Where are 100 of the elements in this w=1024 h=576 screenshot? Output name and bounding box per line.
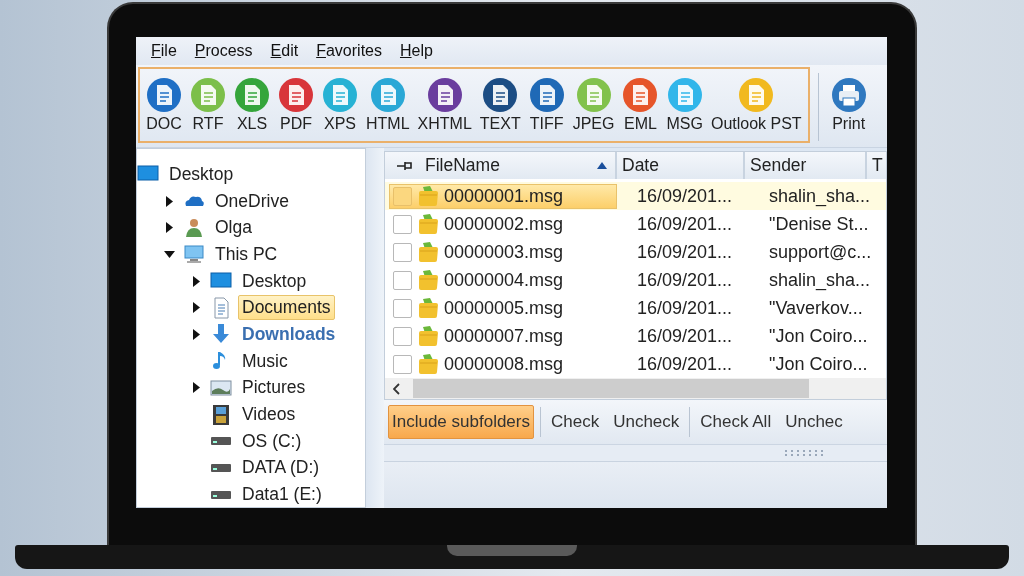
person-icon [183, 216, 205, 239]
format-button[interactable]: DOC [142, 77, 186, 133]
printer-icon [830, 77, 867, 113]
checkbox[interactable] [393, 298, 412, 318]
tree-item[interactable]: OneDrive [211, 188, 293, 214]
date-cell-text: 16/09/201... [637, 185, 734, 207]
tree-item[interactable]: Documents [238, 295, 335, 321]
expand-arrow-icon[interactable] [166, 195, 173, 207]
file-name: 00000005.msg [444, 297, 564, 319]
tree-item[interactable]: Videos [238, 402, 300, 428]
tree-item[interactable]: This PC [211, 241, 282, 267]
tree-item[interactable]: Downloads [238, 321, 340, 347]
tree-item[interactable]: OS (C:) [238, 428, 306, 454]
menu-item[interactable]: File [142, 42, 186, 60]
date-cell-text: 16/09/201... [637, 325, 734, 347]
collapse-arrow-icon[interactable] [164, 250, 175, 258]
file-row[interactable]: 00000008.msg 16/09/201... "Jon Coiro... [385, 350, 886, 378]
checkbox[interactable] [393, 214, 412, 234]
file-row[interactable]: 00000004.msg 16/09/201... shalin_sha... [385, 266, 886, 294]
column-header[interactable]: Sender [745, 152, 867, 179]
checkbox[interactable] [393, 242, 412, 262]
expand-arrow-icon[interactable] [193, 382, 200, 394]
mail-folder-icon [417, 241, 439, 263]
column-header[interactable]: Date [617, 152, 745, 179]
action-button[interactable]: Check [547, 405, 604, 439]
sender-cell: shalin_sha... [769, 269, 871, 291]
film-icon [210, 403, 232, 426]
format-button[interactable]: Outlook PST [706, 77, 806, 133]
computer-icon [183, 243, 205, 266]
file-name: 00000002.msg [444, 213, 564, 235]
scrollbar-thumb[interactable] [413, 379, 809, 398]
date-cell-text: 16/09/201... [637, 213, 734, 235]
tree-item[interactable]: DATA (D:) [238, 455, 324, 481]
file-row[interactable]: 00000002.msg 16/09/201... "Denise St... [385, 210, 886, 238]
format-button[interactable]: JPEG [568, 77, 619, 133]
menu-item[interactable]: Edit [261, 42, 308, 60]
file-row[interactable]: 00000005.msg 16/09/201... "Vaverkov... [385, 294, 886, 322]
format-button[interactable]: HTML [362, 77, 414, 133]
format-button[interactable]: TEXT [475, 77, 525, 133]
format-button[interactable]: PDF [274, 77, 318, 133]
checkbox[interactable] [393, 354, 412, 374]
column-header[interactable]: T [867, 152, 886, 179]
mail-folder-icon [417, 213, 439, 235]
file-row[interactable]: 00000007.msg 16/09/201... "Jon Coiro... [385, 322, 886, 350]
scroll-left-icon[interactable] [393, 382, 401, 395]
format-button[interactable]: EML [618, 77, 663, 133]
tree-item[interactable]: Music [238, 348, 292, 374]
format-button[interactable]: XPS [318, 77, 362, 133]
action-button[interactable]: Unchec [781, 405, 847, 439]
file-name: 00000003.msg [444, 241, 564, 263]
file-name: 00000001.msg [444, 185, 564, 207]
action-button[interactable]: Uncheck [609, 405, 684, 439]
horizontal-scrollbar[interactable] [385, 378, 886, 399]
drive-icon [210, 463, 232, 472]
mail-folder-icon [417, 297, 439, 319]
date-cell-text: 16/09/201... [637, 241, 734, 263]
menu-item[interactable]: Favorites [307, 42, 391, 60]
sender-cell: support@c... [769, 241, 872, 263]
include-subfolders-toggle[interactable]: Include subfolders [388, 405, 534, 439]
action-button[interactable]: Check All [696, 405, 776, 439]
file-row[interactable]: 00000001.msg 16/09/201... shalin_sha... [385, 182, 886, 210]
expand-arrow-icon[interactable] [166, 222, 173, 234]
tree-item[interactable]: Desktop [165, 161, 238, 187]
mail-folder-icon [417, 353, 439, 375]
print-button[interactable]: Print [826, 67, 871, 143]
menu-item[interactable]: Process [185, 42, 262, 60]
sender-cell: shalin_sha... [769, 185, 871, 207]
expand-arrow-icon[interactable] [193, 328, 200, 340]
checkbox[interactable] [393, 186, 412, 206]
mail-folder-icon [417, 269, 439, 291]
file-row[interactable]: 00000003.msg 16/09/201... support@c... [385, 238, 886, 266]
date-cell-text: 16/09/201... [637, 269, 734, 291]
date-cell-text: 16/09/201... [637, 353, 734, 375]
date-cell-text: 16/09/201... [637, 297, 734, 319]
file-name: 00000004.msg [444, 269, 564, 291]
column-header[interactable]: FileName [385, 152, 617, 179]
mail-folder-icon [417, 185, 439, 207]
splitter-handle[interactable] [366, 148, 384, 508]
format-button[interactable]: TIFF [524, 77, 569, 133]
sender-cell: "Jon Coiro... [769, 353, 868, 375]
file-name: 00000008.msg [444, 353, 564, 375]
expand-arrow-icon[interactable] [193, 275, 200, 287]
sender-cell: "Vaverkov... [769, 297, 863, 319]
pin-icon[interactable] [397, 160, 413, 171]
tree-item[interactable]: Pictures [238, 375, 310, 401]
menu-item[interactable]: Help [391, 42, 442, 60]
checkbox[interactable] [393, 326, 412, 346]
format-button[interactable]: XHTML [413, 77, 476, 133]
drive-icon [210, 490, 232, 499]
tree-item[interactable]: Olga [211, 215, 256, 241]
tree-item[interactable]: Data1 (E:) [238, 482, 326, 507]
tree-item[interactable]: Desktop [238, 268, 311, 294]
format-button[interactable]: MSG [662, 77, 707, 133]
expand-arrow-icon[interactable] [193, 302, 200, 314]
checkbox[interactable] [393, 270, 412, 290]
format-button[interactable]: RTF [186, 77, 230, 133]
drive-icon [210, 437, 232, 446]
mail-folder-icon [417, 325, 439, 347]
sender-cell: "Jon Coiro... [769, 325, 868, 347]
format-button[interactable]: XLS [230, 77, 274, 133]
